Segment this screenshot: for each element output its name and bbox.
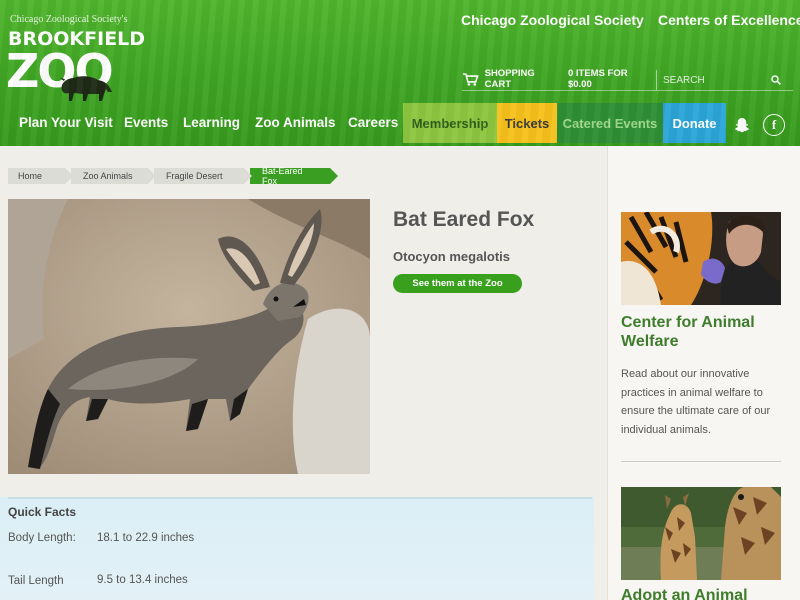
logo-society-text: Chicago Zoological Society's bbox=[10, 14, 128, 25]
site-header: Chicago Zoological Society's BROOKFIELD … bbox=[0, 0, 800, 146]
fact-value-body-length: 18.1 to 22.9 inches bbox=[97, 532, 195, 544]
facebook-icon[interactable]: f bbox=[763, 114, 785, 136]
breadcrumb-home[interactable]: Home bbox=[8, 168, 73, 184]
nav-catered-events[interactable]: Catered Events bbox=[557, 103, 663, 143]
nav-membership[interactable]: Membership bbox=[403, 103, 497, 143]
cart-summary: 0 ITEMS FOR $0.00 bbox=[567, 68, 628, 90]
adopt-an-animal-title[interactable]: Adopt an Animal bbox=[621, 586, 791, 600]
adopt-an-animal-photo[interactable] bbox=[621, 487, 781, 580]
nav-plan-your-visit[interactable]: Plan Your Visit bbox=[19, 115, 113, 130]
quick-facts-panel: Quick Facts Body Length: 18.1 to 22.9 in… bbox=[0, 497, 594, 600]
page-title: Bat Eared Fox bbox=[393, 208, 535, 231]
nav-events[interactable]: Events bbox=[124, 115, 168, 130]
sidebar: Center for Animal Welfare Read about our… bbox=[607, 146, 800, 600]
centers-of-excellence-link[interactable]: Centers of Excellence bbox=[658, 12, 800, 28]
header-divider bbox=[462, 90, 793, 91]
sidebar-divider bbox=[621, 461, 781, 462]
cart-icon bbox=[462, 72, 479, 86]
bison-icon bbox=[60, 76, 112, 101]
fact-label-body-length: Body Length: bbox=[8, 532, 76, 544]
nav-donate[interactable]: Donate bbox=[663, 103, 726, 143]
scientific-name: Otocyon megalotis bbox=[393, 249, 511, 264]
breadcrumb: Home Zoo Animals Fragile Desert Bat-Eare… bbox=[8, 166, 338, 186]
chicago-zoological-society-link[interactable]: Chicago Zoological Society bbox=[461, 12, 644, 28]
center-for-animal-welfare-title[interactable]: Center for Animal Welfare bbox=[621, 313, 791, 351]
fact-value-tail-length: 9.5 to 13.4 inches bbox=[97, 574, 188, 586]
brookfield-zoo-logo[interactable]: Chicago Zoological Society's BROOKFIELD … bbox=[6, 12, 145, 107]
search-input[interactable] bbox=[663, 74, 773, 86]
quick-facts-divider bbox=[8, 497, 592, 499]
nav-learning[interactable]: Learning bbox=[183, 115, 240, 130]
search-icon[interactable] bbox=[771, 75, 781, 85]
nav-zoo-animals[interactable]: Zoo Animals bbox=[255, 115, 336, 130]
search-box bbox=[656, 70, 793, 90]
fact-label-tail-length: Tail Length bbox=[8, 575, 64, 587]
shopping-cart[interactable]: SHOPPING CART 0 ITEMS FOR $0.00 bbox=[462, 68, 652, 90]
snapchat-icon[interactable] bbox=[731, 114, 753, 136]
quick-facts-title: Quick Facts bbox=[8, 505, 77, 519]
center-for-animal-welfare-text: Read about our innovative practices in a… bbox=[621, 368, 771, 436]
breadcrumb-bat-eared-fox: Bat-Eared Fox bbox=[250, 166, 338, 186]
animal-welfare-photo[interactable] bbox=[621, 212, 781, 305]
nav-careers[interactable]: Careers bbox=[348, 115, 398, 130]
nav-tickets[interactable]: Tickets bbox=[497, 103, 557, 143]
cart-label: SHOPPING CART bbox=[484, 68, 535, 90]
bat-eared-fox-photo bbox=[8, 199, 370, 474]
breadcrumb-zoo-animals[interactable]: Zoo Animals bbox=[71, 168, 156, 184]
breadcrumb-fragile-desert[interactable]: Fragile Desert bbox=[154, 168, 252, 184]
see-them-at-the-zoo-button[interactable]: See them at the Zoo bbox=[393, 274, 522, 293]
